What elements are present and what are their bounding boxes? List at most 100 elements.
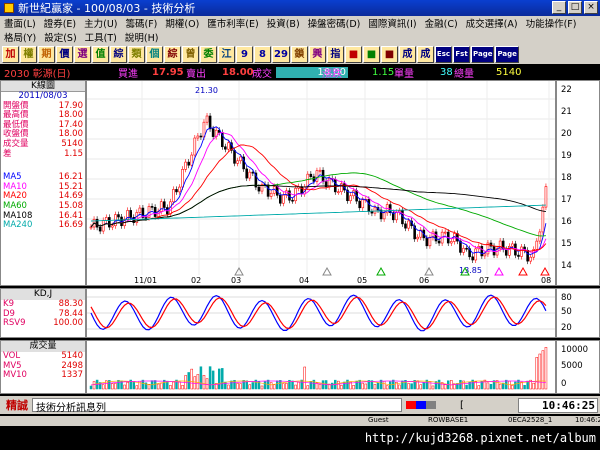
- menu-item-2[interactable]: 主力(U): [80, 16, 121, 30]
- menu-item-9[interactable]: 金融(C): [421, 16, 462, 30]
- volume-bar: [398, 384, 401, 390]
- toolbar-button-12[interactable]: 江: [218, 45, 235, 63]
- toolbar-button-20[interactable]: ■: [362, 45, 380, 63]
- bottom-time: 10:46:25: [575, 416, 600, 424]
- candle-body: [288, 190, 291, 201]
- sell-value: 18.00: [222, 67, 254, 78]
- volume-bar: [498, 383, 502, 390]
- volume-bar: [196, 374, 200, 390]
- toolbar-button-13[interactable]: 9: [236, 45, 253, 63]
- volume-bar: [260, 385, 264, 390]
- volume-bar: [523, 384, 526, 390]
- menubar: 畫面(L) 證券(E) 主力(U) 籌碼(F) 期權(O) 匯市利率(E) 投資(B) 操盤密…: [0, 16, 600, 44]
- toolbar-button-10[interactable]: 曾: [182, 45, 199, 63]
- menu-item-r2-3[interactable]: 說明(H): [121, 30, 163, 44]
- volume-bar: [279, 380, 282, 390]
- volume-bar: [419, 384, 423, 390]
- toolbar-button-19[interactable]: ■: [344, 45, 362, 63]
- toolbar-button-25[interactable]: Fst: [453, 45, 471, 63]
- toolbar-button-7[interactable]: 類: [128, 45, 145, 63]
- vol_panel-value: 1337: [61, 370, 83, 381]
- kd-chart[interactable]: [86, 288, 556, 338]
- toolbar-button-4[interactable]: 選: [74, 45, 91, 63]
- maximize-button[interactable]: □: [568, 1, 582, 14]
- candle-body: [361, 199, 365, 209]
- ma-value: 16.69: [58, 220, 83, 231]
- volume-chart[interactable]: [86, 340, 556, 394]
- menu-row-2: 格局(Y) 設定(S) 工具(T) 說明(H): [0, 30, 600, 44]
- price-chart-svg: 11/01 02 03 04 05 06 07 08 21.30 13.85: [87, 81, 555, 285]
- toolbar-button-0[interactable]: 加: [2, 45, 19, 63]
- toolbar-button-24[interactable]: Esc: [434, 45, 453, 63]
- menu-item-7[interactable]: 操盤密碼(D): [304, 16, 365, 30]
- candle-body: [129, 210, 132, 218]
- volume-bar: [431, 385, 435, 390]
- axis-tick-label: 0: [561, 379, 567, 389]
- menu-item-11[interactable]: 功能操作(F): [522, 16, 581, 30]
- volume-bar: [221, 368, 224, 390]
- vol-info-panel: 成交量 VOL 5140 MV5 2498 MV10 1337: [0, 340, 86, 394]
- candle-body: [227, 142, 230, 150]
- volume-bar: [346, 379, 349, 390]
- menu-item-0[interactable]: 畫面(L): [0, 16, 40, 30]
- toolbar-button-1[interactable]: 權: [20, 45, 37, 63]
- menu-item-r2-1[interactable]: 設定(S): [40, 30, 80, 44]
- volume-bar: [343, 381, 346, 390]
- toolbar-button-6[interactable]: 綜: [110, 45, 127, 63]
- candle-body: [257, 186, 261, 192]
- toolbar-button-23[interactable]: 成: [416, 45, 434, 63]
- candle-body: [181, 169, 184, 188]
- volume-bar: [511, 385, 514, 390]
- minimize-button[interactable]: _: [552, 1, 566, 14]
- signal-marker: [540, 266, 550, 276]
- menu-item-4[interactable]: 期權(O): [161, 16, 203, 30]
- menu-item-r2-2[interactable]: 工具(T): [81, 30, 121, 44]
- toolbar-button-21[interactable]: ■: [380, 45, 398, 63]
- menu-item-1[interactable]: 證券(E): [40, 16, 80, 30]
- price-chart[interactable]: 11/01 02 03 04 05 06 07 08 21.30 13.85: [86, 80, 556, 286]
- toolbar-button-8[interactable]: 個: [146, 45, 163, 63]
- volume-bar: [395, 382, 398, 390]
- menu-item-r2-0[interactable]: 格局(Y): [0, 30, 40, 44]
- candle-body: [349, 195, 352, 202]
- menu-item-3[interactable]: 籌碼(F): [122, 16, 162, 30]
- menu-item-6[interactable]: 投資(B): [263, 16, 304, 30]
- toolbar-button-15[interactable]: 29: [272, 45, 290, 63]
- toolbar-button-3[interactable]: 價: [56, 45, 73, 63]
- kd-info-panel: KD,J K9 88.30 D9 78.44 RSV9 100.00: [0, 288, 86, 338]
- toolbar-button-18[interactable]: 指: [326, 45, 344, 63]
- toolbar-button-5[interactable]: 值: [92, 45, 109, 63]
- month-label: 05: [357, 276, 367, 285]
- toolbar-button-9[interactable]: 綜: [164, 45, 181, 63]
- toolbar-button-11[interactable]: 委: [200, 45, 217, 63]
- candle-body: [437, 240, 441, 244]
- volume-bar: [181, 385, 184, 390]
- close-button[interactable]: ×: [584, 1, 598, 14]
- axis-tick-label: 21: [561, 107, 572, 117]
- candle-body: [367, 199, 371, 212]
- toolbar-button-2[interactable]: 期: [38, 45, 55, 63]
- candle-body: [98, 226, 102, 232]
- toolbar-button-26[interactable]: Page: [471, 45, 495, 63]
- axis-tick-label: 5000: [561, 361, 583, 371]
- volume-bar: [407, 383, 410, 390]
- menu-item-5[interactable]: 匯市利率(E): [203, 16, 262, 30]
- axis-tick-label: 80: [561, 293, 572, 303]
- toolbar-button-17[interactable]: 興: [308, 45, 326, 63]
- volume-bar: [269, 382, 273, 390]
- toolbar-button-14[interactable]: 8: [254, 45, 271, 63]
- menu-item-10[interactable]: 成交選擇(A): [462, 16, 522, 30]
- candle-body: [208, 115, 212, 130]
- candle-body: [535, 240, 539, 250]
- toolbar-button-16[interactable]: 鎖: [290, 45, 308, 63]
- volume-bar: [272, 384, 276, 390]
- toolbar-button-22[interactable]: 成: [398, 45, 416, 63]
- axis-tick-label: 10000: [561, 345, 589, 355]
- menu-item-8[interactable]: 國際資訊(I): [364, 16, 420, 30]
- candle-body: [312, 176, 316, 182]
- sell-label: 賣出: [186, 69, 206, 80]
- volume-bar: [321, 380, 325, 390]
- volume-bar: [263, 381, 267, 390]
- window-titlebar: 新世紀贏家 - 100/08/03 - 技術分析 _ □ ×: [0, 0, 600, 16]
- toolbar-button-27[interactable]: Page: [495, 45, 519, 63]
